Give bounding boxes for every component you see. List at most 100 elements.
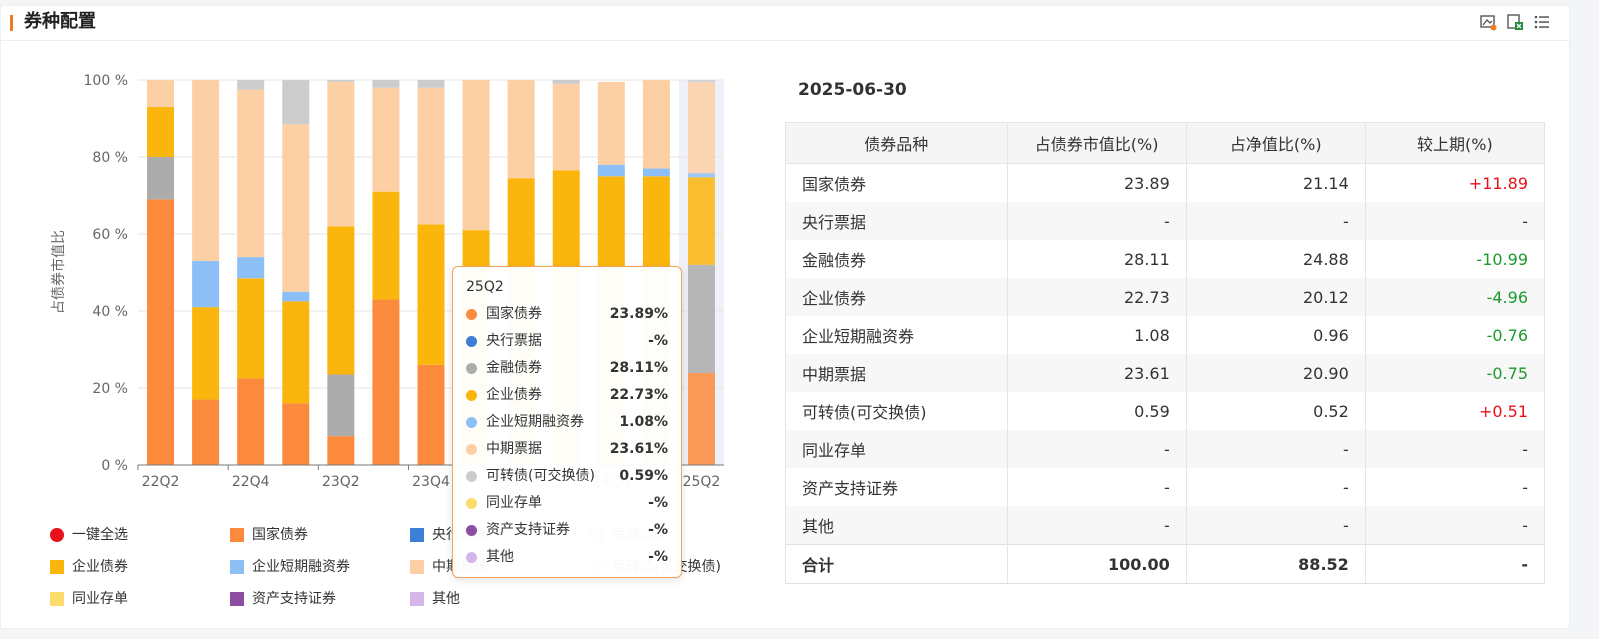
- cell-bond-type: 可转债(可交换债): [785, 392, 1008, 430]
- tooltip-series-name: 同业存单: [486, 495, 542, 511]
- x-tick-label: 25Q2: [683, 474, 721, 490]
- cell-change: +11.89: [1364, 163, 1546, 202]
- tooltip-row: 国家债券 23.89%: [466, 304, 668, 324]
- y-tick-label: 80 %: [92, 150, 128, 166]
- tooltip-row: 资产支持证券 -%: [466, 520, 668, 540]
- bar-segment: [372, 87, 400, 192]
- bar-segment: [642, 168, 670, 177]
- bar-segment: [687, 264, 715, 374]
- bar-segment: [372, 191, 400, 300]
- legend-swatch: [50, 560, 64, 574]
- legend-swatch: [410, 560, 424, 574]
- tooltip-series-value: 0.59%: [619, 468, 668, 484]
- legend-item[interactable]: 其他: [410, 590, 460, 608]
- list-menu-icon[interactable]: [1533, 13, 1551, 31]
- bar-segment: [597, 164, 625, 177]
- chart-tooltip: 25Q2 国家债券 23.89% 央行票据 -% 金融债券 28.11% 企业债券 22.73…: [452, 266, 682, 578]
- tooltip-dot: [466, 498, 477, 509]
- cell-market-value-pct: 28.11: [1006, 240, 1187, 278]
- cell-nav-pct: -: [1185, 202, 1366, 240]
- cell-market-value-pct: -: [1006, 430, 1187, 468]
- legend-swatch: [50, 528, 64, 542]
- x-tick-label: 23Q2: [322, 474, 360, 490]
- tooltip-series-value: 23.89%: [609, 306, 668, 322]
- bar-segment: [237, 278, 265, 379]
- bar-segment: [462, 80, 490, 231]
- tooltip-series-name: 资产支持证券: [486, 522, 570, 538]
- tooltip-dot: [466, 417, 477, 428]
- cell-total-nav: 88.52: [1185, 544, 1366, 584]
- cell-market-value-pct: 22.73: [1006, 278, 1187, 316]
- bar-segment: [372, 80, 400, 88]
- tooltip-dot: [466, 552, 477, 563]
- bar-segment: [417, 364, 445, 465]
- cell-change: -0.76: [1364, 316, 1546, 354]
- cell-bond-type: 企业债券: [785, 278, 1008, 316]
- tooltip-row: 可转债(可交换债) 0.59%: [466, 466, 668, 486]
- legend-label: 一键全选: [72, 527, 128, 543]
- bar-segment: [282, 403, 310, 465]
- tooltip-dot: [466, 390, 477, 401]
- image-export-icon[interactable]: [1479, 13, 1497, 31]
- legend-label: 企业短期融资券: [252, 559, 350, 575]
- tooltip-row: 同业存单 -%: [466, 493, 668, 513]
- legend-item[interactable]: 国家债券: [230, 526, 308, 544]
- tooltip-series-value: -%: [648, 333, 668, 349]
- cell-change: -: [1364, 430, 1546, 468]
- legend-item[interactable]: 一键全选: [50, 526, 128, 544]
- cell-bond-type: 中期票据: [785, 354, 1008, 392]
- table-total-row: 合计 100.00 88.52-: [785, 544, 1546, 584]
- bar-segment: [597, 81, 625, 165]
- tooltip-series-name: 金融债券: [486, 360, 542, 376]
- legend-item[interactable]: 企业短期融资券: [230, 558, 350, 576]
- bar-segment: [237, 89, 265, 258]
- y-tick-label: 0 %: [101, 458, 128, 474]
- bar-segment: [327, 81, 355, 227]
- cell-bond-type: 央行票据: [785, 202, 1008, 240]
- tooltip-series-name: 企业债券: [486, 387, 542, 403]
- cell-nav-pct: 20.12: [1185, 278, 1366, 316]
- tooltip-series-value: 28.11%: [609, 360, 668, 376]
- legend-swatch: [410, 592, 424, 606]
- legend-swatch: [230, 528, 244, 542]
- col-header-type: 债券品种: [785, 122, 1008, 164]
- x-tick-label: 22Q2: [142, 474, 180, 490]
- tooltip-series-name: 企业短期融资券: [486, 414, 584, 430]
- tooltip-row: 企业债券 22.73%: [466, 385, 668, 405]
- tooltip-dot: [466, 363, 477, 374]
- tooltip-series-value: 1.08%: [619, 414, 668, 430]
- legend-swatch: [230, 592, 244, 606]
- cell-market-value-pct: 23.61: [1006, 354, 1187, 392]
- table-row: 国家债券 23.89 21.14 +11.89: [785, 163, 1546, 202]
- legend-item[interactable]: 资产支持证券: [230, 590, 336, 608]
- bar-segment: [147, 199, 175, 465]
- bar-segment: [552, 80, 580, 84]
- legend-swatch: [230, 560, 244, 574]
- tooltip-dot: [466, 471, 477, 482]
- bar-segment: [192, 80, 220, 261]
- legend-label: 企业债券: [72, 559, 128, 575]
- table-row: 央行票据 - - -: [785, 202, 1546, 240]
- bar-segment: [417, 87, 445, 225]
- legend-label: 同业存单: [72, 591, 128, 607]
- cell-change: +0.51: [1364, 392, 1546, 430]
- y-tick-label: 40 %: [92, 304, 128, 320]
- legend-item[interactable]: 同业存单: [50, 590, 128, 608]
- tooltip-dot: [466, 309, 477, 320]
- table-row: 资产支持证券 - - -: [785, 468, 1546, 506]
- legend-item[interactable]: 企业债券: [50, 558, 128, 576]
- cell-market-value-pct: 23.89: [1006, 163, 1187, 202]
- table-row: 可转债(可交换债) 0.59 0.52 +0.51: [785, 392, 1546, 430]
- excel-export-icon[interactable]: [1506, 13, 1524, 31]
- cell-nav-pct: -: [1185, 430, 1366, 468]
- tooltip-series-value: 23.61%: [609, 441, 668, 457]
- bar-segment: [237, 80, 265, 90]
- table-row: 中期票据 23.61 20.90 -0.75: [785, 354, 1546, 392]
- legend-swatch: [410, 528, 424, 542]
- tooltip-row: 中期票据 23.61%: [466, 439, 668, 459]
- y-tick-label: 100 %: [84, 73, 128, 89]
- bar-segment: [417, 80, 445, 88]
- x-tick-label: 23Q4: [412, 474, 450, 490]
- bar-segment: [282, 124, 310, 292]
- bar-segment: [237, 257, 265, 279]
